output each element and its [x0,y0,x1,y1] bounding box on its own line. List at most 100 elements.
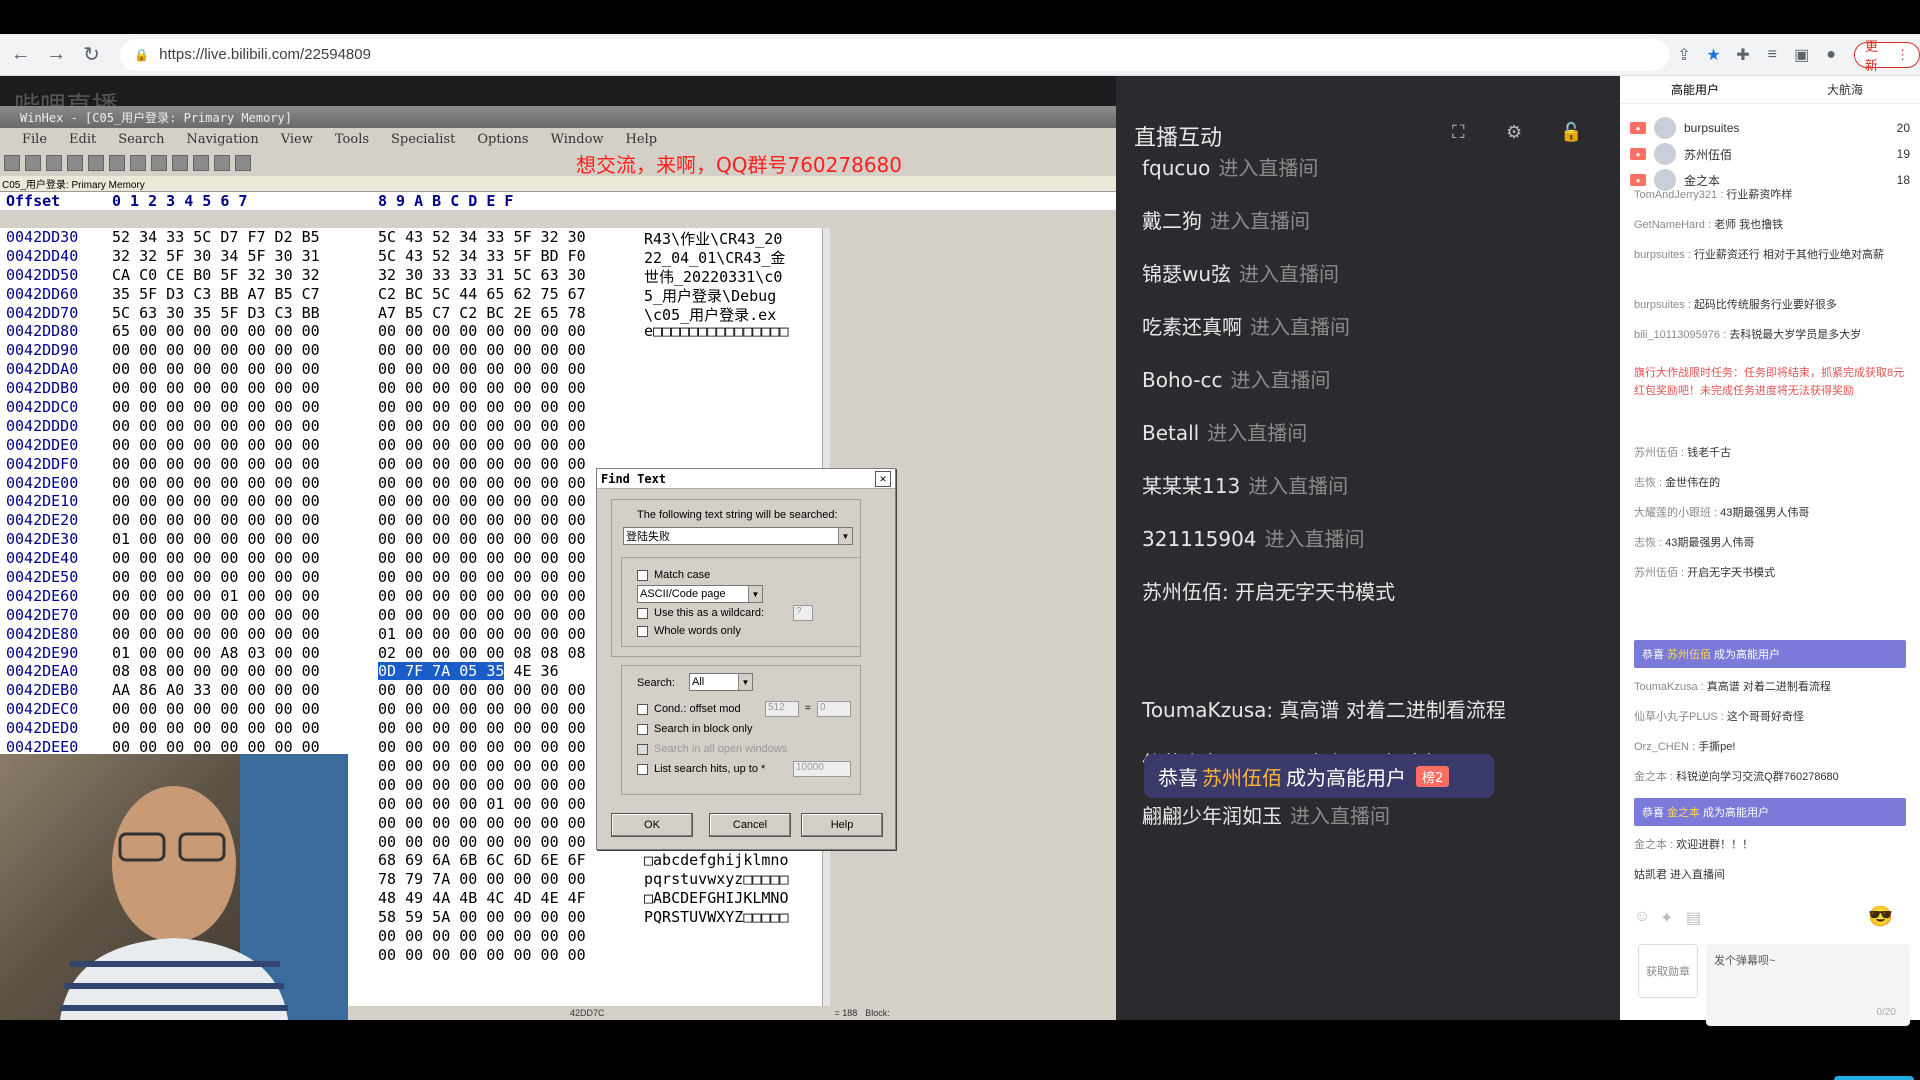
rank-badge: ● [1630,122,1646,134]
banner-level: 榜2 [1416,765,1450,787]
hex-cell-a: CA C0 CE B0 5F 32 30 32 [112,265,320,284]
address-bar[interactable]: 🔒 https://live.bilibili.com/22594809 [120,38,1670,71]
hex-cell-b: 00 00 00 00 00 00 00 00 [378,586,586,605]
hex-cell-b: 00 00 00 00 00 00 00 00 [378,416,586,435]
winhex-menu-item: Specialist [391,131,456,147]
danmaku-sep: : [1717,711,1727,723]
hex-cell-off: 0042DE70 [6,605,79,624]
update-button[interactable]: 更新 ⋮ [1853,39,1920,73]
hex-cell-a: 5C 63 30 35 5F D3 C3 BB [112,303,320,322]
forward-icon[interactable]: → [41,40,70,70]
hex-cell-b: 02 00 00 00 00 08 08 08 [378,643,586,662]
live-feed-action: 进入直播间 [1290,804,1390,828]
danmaku-user: Orz_CHEN [1634,741,1690,753]
card-icon[interactable]: ▤ [1686,908,1701,928]
hex-cell-off: 0042DDC0 [6,398,79,417]
close-icon: ✕ [875,470,891,487]
danmaku-input[interactable]: 发个弹幕呗~ 0/20 [1706,944,1910,1026]
notice-pre: 恭喜 [1642,649,1664,661]
emoji-icon[interactable]: ☺ [1634,908,1650,926]
danmaku-item: bili_10113095976 : 去科锐最大岁学员是多大岁 [1634,326,1910,344]
hex-cell-off: 0042DD40 [6,246,79,265]
danmaku-text: 43期最强男人伟哥 [1720,507,1810,519]
high-energy-banner: 恭喜 苏州伍佰 成为高能用户 榜2 [1144,754,1494,798]
avatar [1654,117,1676,139]
hex-cell-b: 00 00 00 00 00 00 00 00 [378,700,586,719]
hex-cell-off: 0042DE80 [6,624,79,643]
hex-row: 0042DDE0 00 00 00 00 00 00 00 00 00 00 00 … [0,436,830,455]
hex-cell-a: 01 00 00 00 A8 03 00 00 [112,643,320,662]
search-text-value: 登陆失败 [626,531,670,543]
danmaku-item: ToumaKzusa : 真高谱 对着二进制看流程 [1634,678,1910,696]
danmaku-text: 开启无字天书模式 [1687,567,1776,579]
danmaku-user: 志恢 [1634,477,1656,489]
update-label: 更新 [1864,38,1878,73]
columns-b: 8 9 A B C D E F [378,192,514,210]
eq-input: 0 [817,701,851,717]
live-feed-name: 苏州伍佰: 开启无字天书模式 [1142,580,1396,604]
share-icon[interactable]: ⇪ [1669,40,1698,70]
extensions-icon[interactable]: ✚ [1728,40,1757,70]
hex-cell-t: 22_04_01\CR43_金 [644,248,786,267]
winhex-menu-item: View [280,131,313,147]
hex-cell-off: 0042DE00 [6,473,79,492]
hex-row: 0042DD30 52 34 33 5C D7 F7 D2 B5 5C 43 52 … [0,228,830,248]
banner-post: 成为高能用户 [1286,765,1406,790]
block-only-checkbox: Search in block only [637,723,752,735]
danmaku-text: 去科锐最大岁学员是多大岁 [1729,329,1862,341]
gift-icon[interactable]: ✦ [1660,908,1673,928]
hex-cell-b: 01 00 00 00 00 00 00 00 [378,624,586,643]
danmaku-item: 旗行大作战限时任务：任务即将结束，抓紧完成获取8元红包奖励吧！未完成任务进度将无… [1634,364,1910,400]
streamer-portrait [60,754,348,1020]
hex-cell-off: 0042DE20 [6,511,79,530]
danmaku-sep: : [1717,189,1727,201]
search-direction-value: All [692,676,705,688]
rank-name: burpsuites [1684,121,1740,135]
tab-guard[interactable]: 大航海 [1770,76,1920,103]
back-icon[interactable]: ← [6,40,35,70]
danmaku-text: 起码比传统服务行业要好很多 [1693,299,1837,311]
danmaku-item: burpsuites : 起码比传统服务行业要好很多 [1634,296,1910,314]
danmaku-sep: : [1720,329,1730,341]
notice-post: 成为高能用户 [1703,807,1769,819]
hex-cell-a: 00 00 00 00 00 00 00 00 [112,398,320,417]
hex-cell-off: 0042DE40 [6,549,79,568]
hex-cell-off: 0042DDA0 [6,360,79,379]
live-feed-item: Betall 进入直播间 [1142,417,1307,446]
rank-badge: ● [1630,148,1646,160]
status-value: = 188 [834,1008,858,1018]
hex-row: 0042DD50 CA C0 CE B0 5F 32 30 32 32 30 33 … [0,265,830,286]
notice-pre: 恭喜 [1642,807,1664,819]
danmaku-item: 金之本 : 科锐逆向学习交流Q群760278680 [1634,768,1910,786]
danmaku-sep: : [1667,771,1677,783]
hex-cell-b: 00 00 00 00 00 00 00 00 [378,492,586,511]
live-stream[interactable]: 哔哩直播 WinHex - [C05_用户登录: Primary Memory]… [0,76,1620,1020]
emoji-sunglasses-icon[interactable]: 😎 [1868,904,1893,929]
tab-high-energy[interactable]: 高能用户 [1620,76,1770,103]
hex-cell-a: 32 32 5F 30 34 5F 30 31 [112,246,320,265]
side-panel-icon[interactable]: ▣ [1787,40,1816,70]
hex-cell-b: 00 00 00 00 00 00 00 00 [378,379,586,398]
reading-list-icon[interactable]: ≡ [1758,40,1787,70]
star-icon[interactable]: ★ [1699,40,1728,70]
danmaku-text: 真高谱 对着二进制看流程 [1706,681,1831,693]
hex-cell-b: A7 B5 C7 C2 BC 2E 65 78 [378,303,586,322]
hex-cell-b: 5C 43 52 34 33 5F BD F0 [378,246,586,265]
live-feed-action: 进入直播间 [1264,527,1365,551]
status-offset: 42DD7C [570,1008,605,1018]
hex-cell-a: 00 00 00 00 00 00 00 00 [112,454,320,473]
medal-button[interactable]: 获取勋章 [1638,944,1698,998]
reload-icon[interactable]: ↻ [77,40,106,70]
hex-cell-t: □ABCDEFGHIJKLMNO [644,889,789,908]
danmaku-user: GetNameHard [1634,219,1705,231]
status-block: Block: [865,1008,890,1018]
send-button[interactable]: 发送 [1834,1076,1914,1080]
cancel-button: Cancel [709,813,791,837]
calc-icon [193,155,209,171]
profile-icon[interactable]: ● [1816,40,1845,70]
browser-toolbar: ← → ↻ 🔒 https://live.bilibili.com/225948… [0,34,1920,76]
hex-cell-b: 00 00 00 00 00 00 00 00 [378,738,586,757]
danmaku-user: 苏州伍佰 [1634,447,1678,459]
notice-name: 金之本 [1667,807,1700,819]
live-feed-item: 苏州伍佰: 开启无字天书模式 [1142,576,1403,605]
